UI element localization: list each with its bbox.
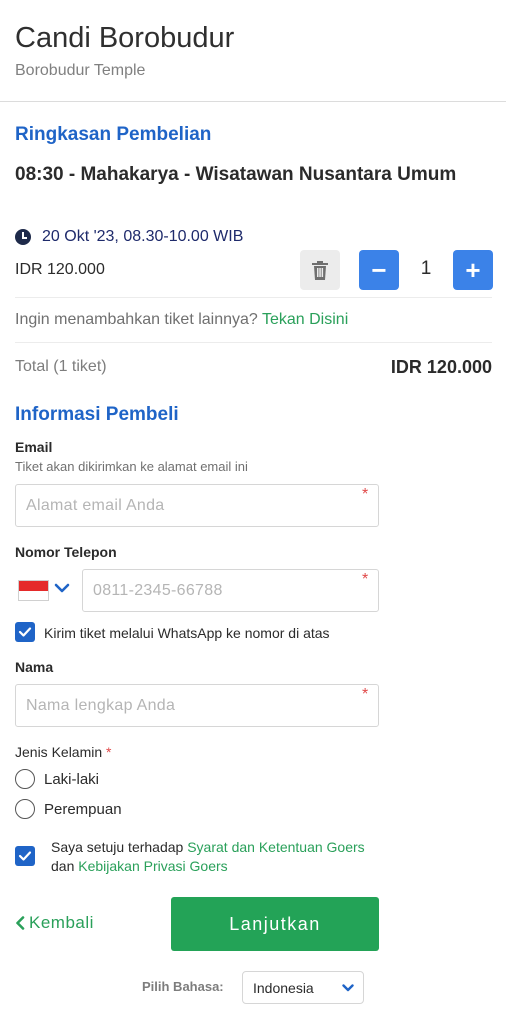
gender-label-text: Jenis Kelamin [15,744,103,760]
indonesia-flag-icon[interactable] [18,580,49,601]
language-select[interactable]: Indonesia [242,971,364,1004]
gender-option-female[interactable]: Perempuan [44,801,122,818]
decrease-quantity-button[interactable]: − [359,250,399,290]
page-header: Candi Borobudur Borobudur Temple [0,0,506,102]
total-label: Total (1 tiket) [15,358,107,375]
whatsapp-checkbox[interactable] [15,622,35,642]
language-label: Pilih Bahasa: [142,979,224,994]
terms-prefix: Saya setuju terhadap [51,839,184,855]
phone-input[interactable] [82,569,379,612]
terms-link[interactable]: Syarat dan Ketentuan Goers [187,839,364,855]
chevron-left-icon [16,916,25,930]
whatsapp-label: Kirim tiket melalui WhatsApp ke nomor di… [44,625,330,641]
name-input[interactable] [15,684,379,727]
divider [15,297,492,298]
gender-radio-female[interactable] [15,799,35,819]
trash-icon [312,260,328,280]
add-more-tickets: Ingin menambahkan tiket lainnya? Tekan D… [15,311,348,329]
gender-required-mark: * [106,744,112,760]
language-value: Indonesia [253,979,314,996]
back-label: Kembali [29,913,94,932]
buyer-section-title: Informasi Pembeli [15,404,179,425]
terms-middle: dan [51,858,75,874]
quantity-value: 1 [420,258,432,279]
divider [15,342,492,343]
phone-required-mark: * [362,571,369,588]
checkmark-icon [18,851,32,861]
chevron-down-icon[interactable] [54,580,70,596]
schedule-text: 20 Okt '23, 08.30-10.00 WIB [42,228,244,245]
page-subtitle: Borobudur Temple [15,62,146,79]
terms-checkbox[interactable] [15,846,35,866]
gender-label: Jenis Kelamin * [15,744,112,760]
ticket-schedule: 20 Okt '23, 08.30-10.00 WIB [15,228,243,246]
back-button[interactable]: Kembali [15,913,94,933]
delete-ticket-button[interactable] [300,250,340,290]
add-more-text: Ingin menambahkan tiket lainnya? [15,311,258,328]
phone-label: Nomor Telepon [15,544,117,560]
email-hint: Tiket akan dikirimkan ke alamat email in… [15,459,248,474]
increase-quantity-button[interactable]: + [453,250,493,290]
chevron-down-icon [342,984,354,992]
clock-icon [15,229,31,245]
gender-radio-male[interactable] [15,769,35,789]
email-label: Email [15,439,53,455]
add-more-link[interactable]: Tekan Disini [262,311,348,328]
ticket-price: IDR 120.000 [15,261,105,278]
email-required-mark: * [362,486,369,503]
email-input[interactable] [15,484,379,527]
checkmark-icon [18,627,32,637]
summary-section-title: Ringkasan Pembelian [15,124,212,145]
continue-button[interactable]: Lanjutkan [171,897,379,951]
page-title: Candi Borobudur [15,22,235,54]
terms-agreement: Saya setuju terhadap Syarat dan Ketentua… [51,838,371,876]
gender-option-male[interactable]: Laki-laki [44,771,99,788]
name-label: Nama [15,659,54,675]
name-required-mark: * [362,686,369,703]
ticket-name: 08:30 - Mahakarya - Wisatawan Nusantara … [15,164,457,185]
total-value: IDR 120.000 [390,357,492,377]
privacy-link[interactable]: Kebijakan Privasi Goers [78,858,227,874]
